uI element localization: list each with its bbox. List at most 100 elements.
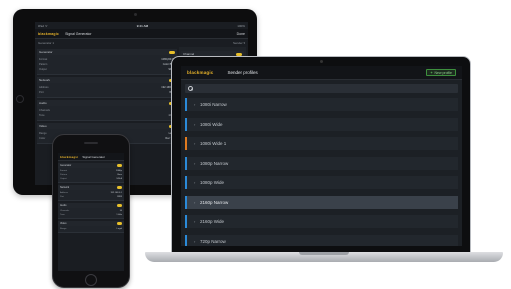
section-toggle[interactable]	[169, 50, 175, 54]
profile-accent-bar	[185, 234, 187, 246]
setting-row[interactable]: OutputSDI A	[39, 67, 175, 72]
setting-label: Pattern	[60, 174, 68, 176]
setting-label: Pattern	[39, 63, 48, 66]
setting-row[interactable]: Tone 1 kHz	[60, 213, 122, 217]
phone-home-button[interactable]	[85, 274, 97, 286]
search-input[interactable]	[196, 86, 455, 91]
setting-label: Tone	[39, 114, 45, 117]
profile-list-item[interactable]: › 1080i Wide	[185, 117, 458, 131]
profile-accent-bar	[185, 156, 187, 170]
profile-label: 2160p Narrow	[200, 199, 229, 205]
setting-row[interactable]: Output SDI A	[60, 177, 122, 181]
phone-section-panel: Channels 16 Tone 1 kHz	[58, 208, 124, 219]
tablet-section-label: Network	[39, 78, 51, 82]
laptop-app-header: blackmagic Sender profiles + New profile	[181, 66, 462, 80]
phone-screen: blackmagic Signal Generator Generator For…	[58, 153, 124, 271]
profile-label: 1080i Narrow	[200, 102, 227, 107]
section-toggle[interactable]	[117, 164, 122, 167]
laptop-screen: blackmagic Sender profiles + New profile…	[181, 66, 462, 246]
setting-value[interactable]: 1 kHz	[116, 214, 122, 216]
tablet-section-panel: Address192.168.0.1Port9993	[37, 83, 177, 98]
setting-label: Channels	[39, 109, 50, 112]
page-title: Signal Generator	[65, 31, 92, 36]
tablet-section-panel: Channels16Tone1 kHz	[37, 106, 177, 121]
phone-app-header: blackmagic Signal Generator	[58, 153, 124, 161]
laptop-lid-notch	[299, 252, 349, 255]
laptop-display: blackmagic Sender profiles + New profile…	[171, 56, 471, 253]
section-toggle[interactable]	[117, 204, 122, 207]
setting-row[interactable]: Port 9993	[60, 195, 122, 199]
profile-label: 1080p Narrow	[200, 160, 229, 166]
profile-list-item[interactable]: › 1080i Wide 1	[185, 137, 458, 150]
phone-section-label: Generator	[60, 164, 72, 167]
setting-label: Channels	[60, 210, 70, 212]
plus-icon: +	[430, 70, 433, 75]
tablet-app-header: blackmagic Signal Generator Done	[35, 29, 248, 39]
status-time: 9:41 AM	[136, 23, 149, 28]
brand-logo: blackmagic	[60, 154, 79, 159]
sender-dropdown[interactable]: Sender ▾	[233, 41, 245, 45]
tablet-camera	[133, 13, 137, 16]
brand-logo: blackmagic	[187, 70, 214, 75]
phone-section-panel: Address 192.168.0.1 Port 9993	[58, 190, 124, 201]
status-battery: 100%	[237, 23, 245, 28]
setting-row[interactable]: Range Legal	[60, 227, 122, 231]
profile-label: 1080i Wide 1	[200, 141, 227, 146]
profile-accent-bar	[185, 98, 187, 111]
tablet-section-panel: Format1080p59.94PatternColor BarsOutputS…	[37, 55, 177, 75]
setting-value[interactable]: 192.168.0.1	[110, 192, 122, 194]
setting-value[interactable]: 1080p	[116, 170, 122, 172]
setting-value[interactable]: 16	[120, 210, 122, 212]
profile-accent-bar	[185, 215, 187, 228]
done-button[interactable]: Done	[237, 32, 245, 36]
setting-label: Address	[39, 86, 49, 89]
setting-label: Format	[39, 58, 48, 61]
profile-accent-bar	[185, 195, 187, 209]
phone-device: blackmagic Signal Generator Generator For…	[52, 134, 130, 288]
profile-list: › 1080i Narrow › 1080i Wide › 1080i Wide 1 › 10…	[181, 98, 462, 246]
setting-row[interactable]: Port9993	[39, 90, 175, 95]
new-profile-label: New profile	[434, 70, 452, 75]
profile-list-item[interactable]: › 1080i Narrow	[185, 98, 458, 111]
tablet-home-button[interactable]	[16, 95, 24, 103]
setting-row[interactable]: Tone1 kHz	[39, 113, 175, 118]
tablet-section-label: Audio	[39, 101, 47, 105]
search-bar[interactable]	[185, 84, 458, 93]
status-carrier: iPad ᯤ	[38, 23, 48, 28]
profile-list-item[interactable]: › 1080p Narrow	[185, 156, 458, 170]
tablet-status-bar: iPad ᯤ 9:41 AM 100%	[35, 22, 248, 29]
tablet-section-label: Video	[39, 124, 47, 128]
profile-accent-bar	[185, 176, 187, 189]
new-profile-button[interactable]: + New profile	[426, 69, 456, 76]
setting-label: Tone	[60, 214, 65, 216]
tablet-subbar: Generator 1 Sender ▾	[35, 39, 248, 47]
setting-value[interactable]: Bars	[118, 174, 123, 176]
setting-label: Output	[60, 178, 67, 180]
profile-label: 720p Narrow	[200, 238, 226, 244]
setting-value[interactable]: 9993	[117, 196, 122, 198]
phone-section-label: Network	[60, 186, 70, 189]
profile-list-item[interactable]: › 2160p Wide	[185, 215, 458, 228]
setting-label: Port	[60, 196, 65, 198]
generator-selector[interactable]: Generator 1	[38, 41, 54, 45]
section-toggle[interactable]	[117, 222, 122, 225]
tablet-section-label: Generator	[39, 50, 53, 54]
setting-value[interactable]: Legal	[117, 228, 122, 230]
page-title: Sender profiles	[227, 70, 258, 75]
phone-settings: Generator Format 1080p Pattern Bars Output SDI…	[58, 163, 124, 233]
profile-list-item[interactable]: › 720p Narrow	[185, 234, 458, 246]
phone-section-label: Audio	[60, 204, 67, 207]
setting-value[interactable]: SDI A	[116, 178, 122, 180]
profile-list-item[interactable]: › 1080p Wide	[185, 176, 458, 189]
profile-accent-bar	[185, 137, 187, 150]
setting-label: Range	[39, 132, 47, 135]
profile-label: 2160p Wide	[200, 219, 225, 224]
setting-label: Port	[39, 91, 44, 94]
profile-list-item[interactable]: › 2160p Narrow	[185, 195, 458, 209]
setting-label: Output	[39, 68, 47, 71]
section-toggle[interactable]	[117, 186, 122, 189]
laptop-camera	[320, 60, 323, 63]
phone-section-label: Video	[60, 222, 67, 225]
phone-speaker	[84, 142, 98, 144]
setting-label: Range	[60, 228, 67, 230]
